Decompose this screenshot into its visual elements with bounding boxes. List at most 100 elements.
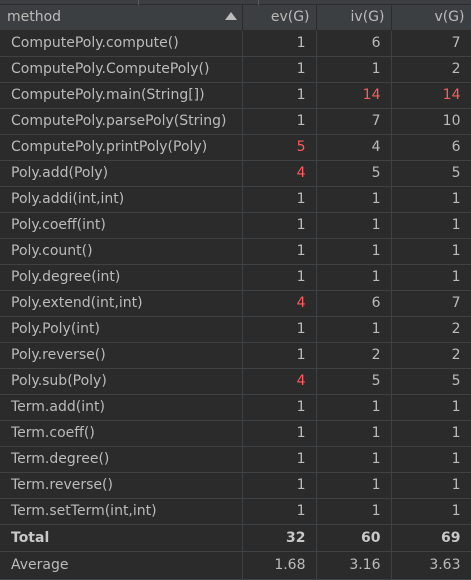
iv-value-cell: 14 bbox=[316, 82, 392, 109]
v-value-cell: 5 bbox=[391, 160, 471, 187]
iv-value-cell: 6 bbox=[316, 30, 392, 57]
iv-value-cell: 4 bbox=[316, 134, 392, 161]
method-name-cell: ComputePoly.compute() bbox=[0, 30, 243, 57]
table-row[interactable]: Poly.addi(int,int) 1 1 1 bbox=[0, 186, 471, 213]
column-header-label: method bbox=[7, 9, 62, 26]
total-iv-cell: 60 bbox=[316, 524, 392, 552]
average-label-cell: Average bbox=[0, 551, 243, 580]
table-row[interactable]: ComputePoly.parsePoly(String) 1 7 10 bbox=[0, 108, 471, 135]
iv-value-cell: 1 bbox=[316, 186, 392, 213]
table-row[interactable]: Poly.add(Poly) 4 5 5 bbox=[0, 160, 471, 187]
average-ev-cell: 1.68 bbox=[242, 551, 317, 580]
v-value-cell: 7 bbox=[391, 30, 471, 57]
table-row[interactable]: Poly.degree(int) 1 1 1 bbox=[0, 264, 471, 291]
iv-value-cell: 1 bbox=[316, 420, 392, 447]
average-v-cell: 3.63 bbox=[391, 551, 471, 580]
v-value-cell: 1 bbox=[391, 238, 471, 265]
method-name-cell: Term.reverse() bbox=[0, 472, 243, 499]
method-name-cell: Poly.sub(Poly) bbox=[0, 368, 243, 395]
ev-value-cell: 1 bbox=[242, 446, 317, 473]
method-name-cell: ComputePoly.parsePoly(String) bbox=[0, 108, 243, 135]
iv-value-cell: 2 bbox=[316, 342, 392, 369]
table-row[interactable]: Term.coeff() 1 1 1 bbox=[0, 420, 471, 447]
ev-value-cell: 1 bbox=[242, 238, 317, 265]
method-name-cell: ComputePoly.printPoly(Poly) bbox=[0, 134, 243, 161]
average-iv-cell: 3.16 bbox=[316, 551, 392, 580]
v-value-cell: 5 bbox=[391, 368, 471, 395]
column-header-v[interactable]: v(G) bbox=[391, 5, 471, 31]
iv-value-cell: 6 bbox=[316, 290, 392, 317]
method-name-cell: Poly.addi(int,int) bbox=[0, 186, 243, 213]
iv-value-cell: 1 bbox=[316, 264, 392, 291]
v-value-cell: 1 bbox=[391, 264, 471, 291]
table-header: method ev(G) iv(G) v(G) bbox=[0, 5, 471, 31]
table-row[interactable]: Poly.reverse() 1 2 2 bbox=[0, 342, 471, 369]
iv-value-cell: 1 bbox=[316, 394, 392, 421]
table-row[interactable]: ComputePoly.ComputePoly() 1 1 2 bbox=[0, 56, 471, 83]
v-value-cell: 6 bbox=[391, 134, 471, 161]
ev-value-cell: 1 bbox=[242, 108, 317, 135]
ev-value-cell: 1 bbox=[242, 316, 317, 343]
iv-value-cell: 1 bbox=[316, 316, 392, 343]
ev-value-cell: 1 bbox=[242, 472, 317, 499]
ev-value-cell: 1 bbox=[242, 30, 317, 57]
iv-value-cell: 5 bbox=[316, 160, 392, 187]
table-row[interactable]: ComputePoly.printPoly(Poly) 5 4 6 bbox=[0, 134, 471, 161]
table-row[interactable]: Term.reverse() 1 1 1 bbox=[0, 472, 471, 499]
table-row[interactable]: Poly.Poly(int) 1 1 2 bbox=[0, 316, 471, 343]
v-value-cell: 1 bbox=[391, 420, 471, 447]
v-value-cell: 1 bbox=[391, 446, 471, 473]
ev-value-cell: 5 bbox=[242, 134, 317, 161]
ev-value-cell: 1 bbox=[242, 342, 317, 369]
v-value-cell: 1 bbox=[391, 186, 471, 213]
table-row[interactable]: Poly.count() 1 1 1 bbox=[0, 238, 471, 265]
method-name-cell: Term.degree() bbox=[0, 446, 243, 473]
method-name-cell: ComputePoly.main(String[]) bbox=[0, 82, 243, 109]
column-header-method[interactable]: method bbox=[0, 5, 243, 31]
iv-value-cell: 1 bbox=[316, 472, 392, 499]
method-name-cell: Poly.add(Poly) bbox=[0, 160, 243, 187]
v-value-cell: 10 bbox=[391, 108, 471, 135]
ev-value-cell: 1 bbox=[242, 212, 317, 239]
ev-value-cell: 4 bbox=[242, 368, 317, 395]
table-row[interactable]: Term.degree() 1 1 1 bbox=[0, 446, 471, 473]
total-label-cell: Total bbox=[0, 524, 243, 552]
iv-value-cell: 7 bbox=[316, 108, 392, 135]
v-value-cell: 1 bbox=[391, 394, 471, 421]
v-value-cell: 2 bbox=[391, 316, 471, 343]
v-value-cell: 1 bbox=[391, 212, 471, 239]
ev-value-cell: 1 bbox=[242, 264, 317, 291]
method-name-cell: Term.setTerm(int,int) bbox=[0, 498, 243, 525]
ev-value-cell: 4 bbox=[242, 290, 317, 317]
table-row[interactable]: Poly.extend(int,int) 4 6 7 bbox=[0, 290, 471, 317]
column-header-ev[interactable]: ev(G) bbox=[242, 5, 317, 31]
v-value-cell: 14 bbox=[391, 82, 471, 109]
ev-value-cell: 4 bbox=[242, 160, 317, 187]
ev-value-cell: 1 bbox=[242, 498, 317, 525]
total-row: Total 32 60 69 bbox=[0, 524, 471, 552]
average-row: Average 1.68 3.16 3.63 bbox=[0, 551, 471, 580]
method-name-cell: Poly.reverse() bbox=[0, 342, 243, 369]
method-name-cell: ComputePoly.ComputePoly() bbox=[0, 56, 243, 83]
total-ev-cell: 32 bbox=[242, 524, 317, 552]
v-value-cell: 1 bbox=[391, 472, 471, 499]
column-header-iv[interactable]: iv(G) bbox=[316, 5, 392, 31]
table-row[interactable]: Term.add(int) 1 1 1 bbox=[0, 394, 471, 421]
table-row[interactable]: ComputePoly.main(String[]) 1 14 14 bbox=[0, 82, 471, 109]
table-body: ComputePoly.compute() 1 6 7 ComputePoly.Comp… bbox=[0, 30, 471, 580]
method-name-cell: Term.coeff() bbox=[0, 420, 243, 447]
iv-value-cell: 1 bbox=[316, 446, 392, 473]
ev-value-cell: 1 bbox=[242, 56, 317, 83]
table-row[interactable]: ComputePoly.compute() 1 6 7 bbox=[0, 30, 471, 57]
table-row[interactable]: Poly.coeff(int) 1 1 1 bbox=[0, 212, 471, 239]
iv-value-cell: 5 bbox=[316, 368, 392, 395]
method-name-cell: Poly.Poly(int) bbox=[0, 316, 243, 343]
method-name-cell: Poly.degree(int) bbox=[0, 264, 243, 291]
iv-value-cell: 1 bbox=[316, 212, 392, 239]
method-name-cell: Poly.count() bbox=[0, 238, 243, 265]
method-name-cell: Term.add(int) bbox=[0, 394, 243, 421]
table-row[interactable]: Poly.sub(Poly) 4 5 5 bbox=[0, 368, 471, 395]
method-name-cell: Poly.extend(int,int) bbox=[0, 290, 243, 317]
iv-value-cell: 1 bbox=[316, 56, 392, 83]
table-row[interactable]: Term.setTerm(int,int) 1 1 1 bbox=[0, 498, 471, 525]
